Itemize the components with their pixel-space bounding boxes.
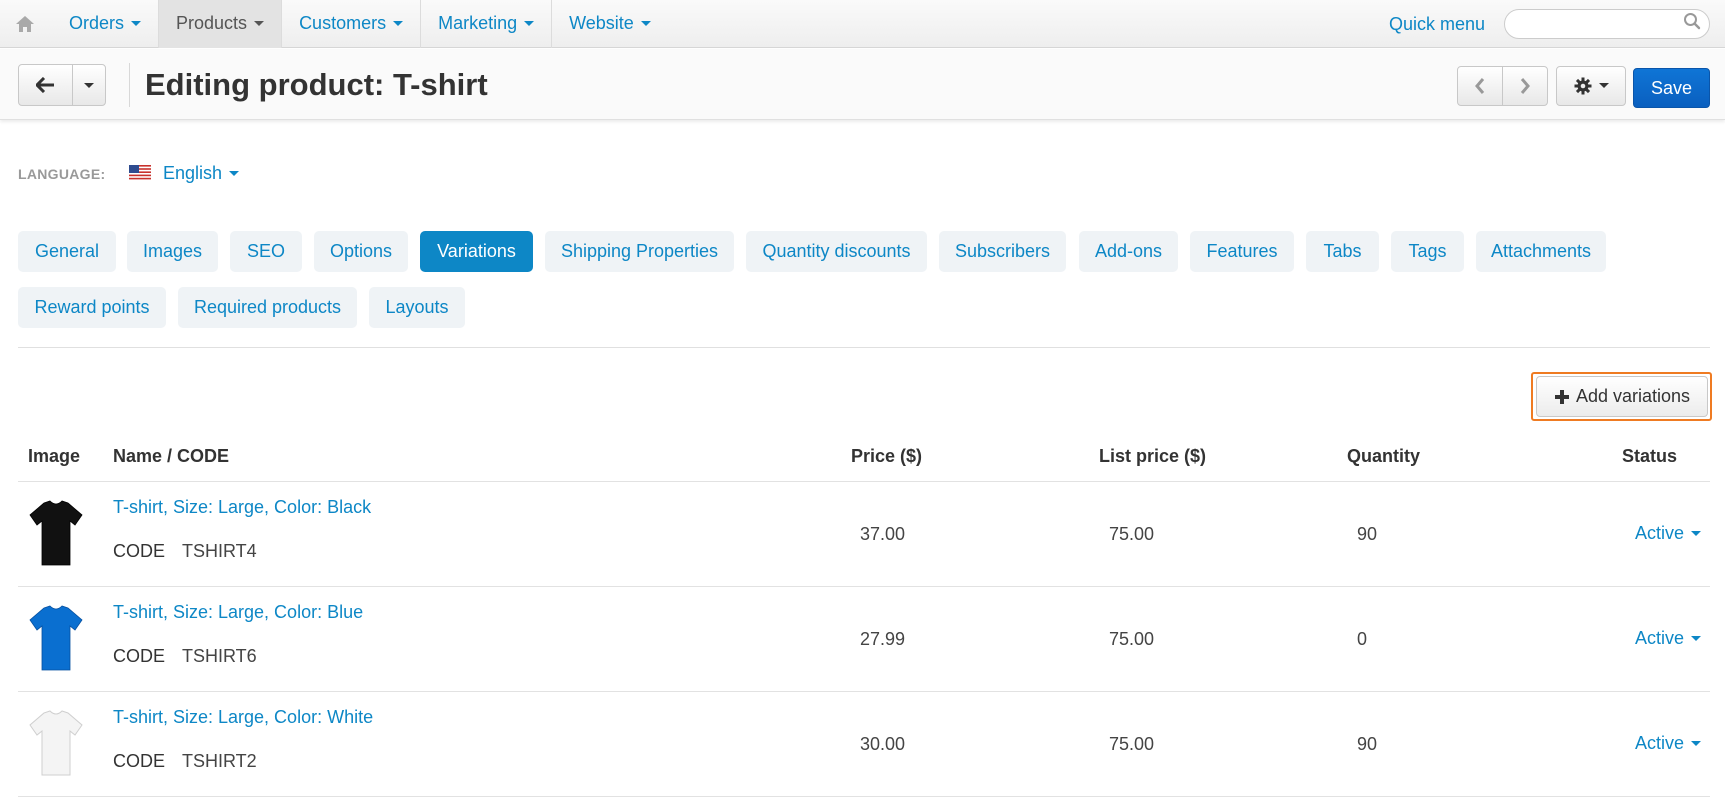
quantity-value[interactable]: 90 — [1357, 524, 1377, 545]
back-dropdown-button[interactable] — [72, 64, 106, 106]
list-price-value[interactable]: 75.00 — [1109, 734, 1154, 755]
quick-menu-link[interactable]: Quick menu — [1389, 14, 1485, 35]
variation-name-link[interactable]: T-shirt, Size: Large, Color: White — [113, 707, 373, 728]
tab-tabs[interactable]: Tabs — [1306, 231, 1379, 272]
tab-features[interactable]: Features — [1190, 231, 1294, 272]
tab-attachments[interactable]: Attachments — [1476, 231, 1606, 272]
caret-down-icon — [1598, 82, 1609, 88]
price-value[interactable]: 30.00 — [860, 734, 905, 755]
list-price-value[interactable]: 75.00 — [1109, 629, 1154, 650]
caret-down-icon — [1691, 635, 1702, 641]
menu-customers[interactable]: Customers — [282, 0, 422, 48]
menu-marketing[interactable]: Marketing — [421, 0, 553, 48]
tab-general[interactable]: General — [18, 231, 116, 272]
column-header-list-price: List price ($) — [1099, 446, 1207, 466]
price-value[interactable]: 27.99 — [860, 629, 905, 650]
save-button[interactable]: Save — [1633, 68, 1710, 108]
column-header-image: Image — [28, 446, 81, 466]
tab-variations[interactable]: Variations — [420, 231, 533, 272]
product-code: TSHIRT2 — [182, 751, 257, 771]
tab-layouts[interactable]: Layouts — [369, 287, 465, 328]
caret-down-icon — [640, 20, 651, 26]
top-navigation: Orders Products Customers Marketing Webs… — [0, 0, 1725, 48]
tab-options[interactable]: Options — [314, 231, 408, 272]
variation-name-link[interactable]: T-shirt, Size: Large, Color: Black — [113, 497, 371, 518]
tab-tags[interactable]: Tags — [1391, 231, 1464, 272]
caret-down-icon — [84, 82, 94, 88]
column-header-name-code: Name / CODE — [113, 446, 230, 466]
add-variations-button[interactable]: Add variations — [1536, 376, 1708, 417]
tab-quantity-discounts[interactable]: Quantity discounts — [746, 231, 927, 272]
menu-website[interactable]: Website — [552, 0, 668, 48]
main-menu: Orders Products Customers Marketing Webs… — [52, 0, 668, 48]
caret-down-icon — [229, 170, 240, 176]
product-code: TSHIRT6 — [182, 646, 257, 666]
chevron-left-icon — [1475, 78, 1485, 94]
price-value[interactable]: 37.00 — [860, 524, 905, 545]
tab-subscribers[interactable]: Subscribers — [939, 231, 1066, 272]
product-code: TSHIRT4 — [182, 541, 257, 561]
settings-dropdown-button[interactable] — [1556, 66, 1626, 106]
tab-required-products[interactable]: Required products — [178, 287, 357, 328]
tab-reward-points[interactable]: Reward points — [18, 287, 166, 328]
add-variations-label: Add variations — [1575, 386, 1691, 406]
code-label: CODE — [113, 541, 166, 561]
tab-images[interactable]: Images — [127, 231, 218, 272]
table-row: T-shirt, Size: Large, Color: White CODE … — [18, 692, 1710, 797]
column-header-quantity: Quantity — [1347, 446, 1421, 466]
page-title: Editing product: T-shirt — [145, 67, 488, 102]
language-label: LANGUAGE: — [18, 166, 106, 182]
tab-shipping-properties[interactable]: Shipping Properties — [545, 231, 734, 272]
caret-down-icon — [1691, 530, 1702, 536]
caret-down-icon — [524, 20, 535, 26]
tab-seo[interactable]: SEO — [230, 231, 302, 272]
column-header-status: Status — [1622, 446, 1678, 466]
home-icon[interactable] — [14, 13, 36, 35]
search-icon[interactable] — [1683, 12, 1701, 30]
next-product-button[interactable] — [1502, 66, 1548, 106]
arrow-left-icon — [35, 77, 54, 93]
menu-products[interactable]: Products — [159, 0, 283, 48]
chevron-right-icon — [1520, 78, 1530, 94]
tab-add-ons[interactable]: Add-ons — [1079, 231, 1178, 272]
title-bar: Editing product: T-shirt — [0, 49, 1725, 120]
us-flag-icon — [129, 165, 151, 180]
status-dropdown[interactable]: Active — [1635, 523, 1702, 544]
search-input[interactable] — [1504, 9, 1710, 39]
previous-product-button[interactable] — [1457, 66, 1503, 106]
caret-down-icon — [254, 20, 265, 26]
tshirt-thumbnail[interactable] — [28, 709, 84, 779]
status-dropdown[interactable]: Active — [1635, 628, 1702, 649]
tabs-divider — [18, 347, 1710, 348]
gear-icon — [1574, 77, 1591, 95]
table-row: T-shirt, Size: Large, Color: Black CODE … — [18, 482, 1710, 587]
caret-down-icon — [1691, 740, 1702, 746]
caret-down-icon — [131, 20, 142, 26]
status-dropdown[interactable]: Active — [1635, 733, 1702, 754]
tshirt-thumbnail[interactable] — [28, 499, 84, 569]
column-header-price: Price ($) — [851, 446, 923, 466]
language-dropdown[interactable]: English — [163, 163, 240, 184]
quantity-value[interactable]: 0 — [1357, 629, 1367, 650]
list-price-value[interactable]: 75.00 — [1109, 524, 1154, 545]
divider — [129, 63, 130, 107]
code-label: CODE — [113, 751, 166, 771]
back-button[interactable] — [18, 64, 73, 106]
caret-down-icon — [393, 20, 404, 26]
plus-icon — [1554, 389, 1569, 404]
table-row: T-shirt, Size: Large, Color: Blue CODE T… — [18, 587, 1710, 692]
tshirt-thumbnail[interactable] — [28, 604, 84, 674]
variation-name-link[interactable]: T-shirt, Size: Large, Color: Blue — [113, 602, 363, 623]
code-label: CODE — [113, 646, 166, 666]
menu-orders[interactable]: Orders — [52, 0, 160, 48]
quantity-value[interactable]: 90 — [1357, 734, 1377, 755]
